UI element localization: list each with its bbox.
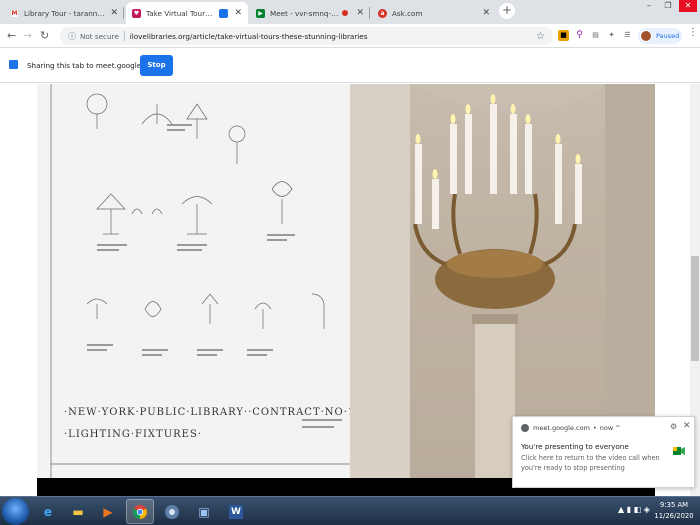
close-tab-icon[interactable]: ✕: [110, 8, 118, 18]
tab-meet[interactable]: ▶ Meet - vvr-smnq-mce ✕: [250, 2, 370, 24]
tab-label: Library Tour - tarannum@theind: [24, 8, 106, 18]
extension-document-icon[interactable]: ▤: [590, 30, 601, 41]
extension-search-icon[interactable]: ⚲: [574, 30, 585, 41]
notification-time: now: [599, 424, 614, 432]
notification-source: meet.google.com: [533, 424, 590, 432]
media-player-icon[interactable]: ▶: [94, 499, 122, 524]
remote-desktop-icon[interactable]: ▣: [190, 499, 218, 524]
tab-strip: M Library Tour - tarannum@theind ✕ ♥ Tak…: [0, 0, 700, 24]
stop-sharing-button[interactable]: Stop: [140, 55, 173, 76]
clock-date: 11/26/2020: [654, 512, 694, 520]
new-tab-button[interactable]: +: [499, 3, 515, 19]
scrollbar-thumb[interactable]: [691, 256, 699, 361]
drawing-caption-line2: ·LIGHTING·FIXTURES·: [64, 429, 202, 440]
tab-virtual-tours[interactable]: ♥ Take Virtual Tours of These S ✕: [126, 2, 248, 24]
chrome-logo: [133, 504, 147, 519]
extension-list-icon[interactable]: ☰: [622, 30, 633, 41]
notification-title: You're presenting to everyone: [521, 442, 629, 451]
close-tab-icon[interactable]: ✕: [356, 8, 364, 18]
profile-button[interactable]: Paused: [638, 28, 682, 44]
menu-icon[interactable]: ⋮: [688, 28, 698, 38]
system-tray-icons[interactable]: ▲ ▮ ◧ ◈: [618, 505, 650, 514]
recording-icon: [342, 10, 349, 16]
close-tab-icon[interactable]: ✕: [482, 8, 490, 18]
gmail-icon: M: [10, 8, 19, 18]
security-label: Not secure: [80, 31, 119, 41]
ilovelibraries-icon: ♥: [132, 8, 141, 18]
fixture-sketches: [50, 84, 350, 478]
internet-explorer-icon[interactable]: e: [34, 499, 62, 524]
close-window-button[interactable]: ✕: [679, 0, 697, 12]
browser-toolbar: ← → ↻ ⓘ Not secure ilovelibraries.org/ar…: [0, 24, 700, 48]
canary-logo: [165, 504, 179, 519]
address-bar[interactable]: ⓘ Not secure ilovelibraries.org/article/…: [60, 27, 553, 45]
tab-library-tour[interactable]: M Library Tour - tarannum@theind ✕: [4, 2, 124, 24]
back-button[interactable]: ←: [7, 29, 16, 42]
tab-label: Ask.com: [392, 8, 423, 18]
google-meet-icon: [673, 447, 685, 455]
sharing-indicator-icon: [219, 8, 229, 18]
extension-honey-icon[interactable]: ■: [558, 30, 569, 41]
chrome-icon[interactable]: [126, 499, 154, 524]
word-icon[interactable]: W: [222, 499, 250, 524]
tab-label: Meet - vvr-smnq-mce: [270, 8, 339, 18]
avatar: [640, 30, 652, 42]
close-icon[interactable]: ✕: [683, 421, 691, 431]
lighting-drawing: ·NEW·YORK·PUBLIC·LIBRARY··CONTRACT·NO·11…: [37, 84, 366, 478]
close-tab-icon[interactable]: ✕: [234, 8, 242, 18]
sharing-message: Sharing this tab to meet.google.com: [27, 61, 159, 70]
restore-button[interactable]: ❐: [659, 0, 677, 12]
tab-ask[interactable]: a Ask.com ✕: [372, 2, 496, 24]
presenting-notification[interactable]: meet.google.com • now ^ ⚙ ✕ You're prese…: [512, 416, 695, 488]
sharing-infobar: Sharing this tab to meet.google.com Stop: [0, 49, 700, 83]
drawing-caption-line1: ·NEW·YORK·PUBLIC·LIBRARY··CONTRACT·NO·11…: [64, 407, 367, 418]
bookmark-star-icon[interactable]: ☆: [536, 31, 545, 42]
ask-icon: a: [378, 8, 387, 18]
clock-time: 9:35 AM: [660, 501, 688, 509]
reload-button[interactable]: ↻: [40, 29, 49, 42]
file-explorer-icon[interactable]: ▬: [64, 499, 92, 524]
tab-label: Take Virtual Tours of These S: [146, 8, 216, 18]
start-button[interactable]: [2, 498, 29, 525]
system-clock[interactable]: 9:35 AM 11/26/2020: [654, 500, 694, 522]
minimize-button[interactable]: –: [640, 0, 658, 12]
chevron-up-icon[interactable]: ^: [615, 424, 620, 432]
info-icon[interactable]: ⓘ: [68, 31, 76, 42]
notification-header: meet.google.com • now ^: [521, 424, 621, 432]
notification-body: Click here to return to the video call w…: [521, 454, 660, 472]
forward-button[interactable]: →: [23, 29, 32, 42]
profile-status: Paused: [656, 32, 680, 40]
chrome-canary-icon[interactable]: [158, 499, 186, 524]
settings-gear-icon[interactable]: ⚙: [670, 422, 677, 431]
extension-puzzle-icon[interactable]: ✦: [606, 30, 617, 41]
screen-share-icon: [9, 60, 18, 69]
url-text: ilovelibraries.org/article/take-virtual-…: [129, 31, 368, 41]
chrome-icon: [521, 424, 529, 432]
google-meet-icon: ▶: [256, 8, 265, 18]
windows-taskbar: e ▬ ▶ ▣ W ▲ ▮ ◧ ◈ 9:35 AM 11/26/2020: [0, 496, 700, 525]
